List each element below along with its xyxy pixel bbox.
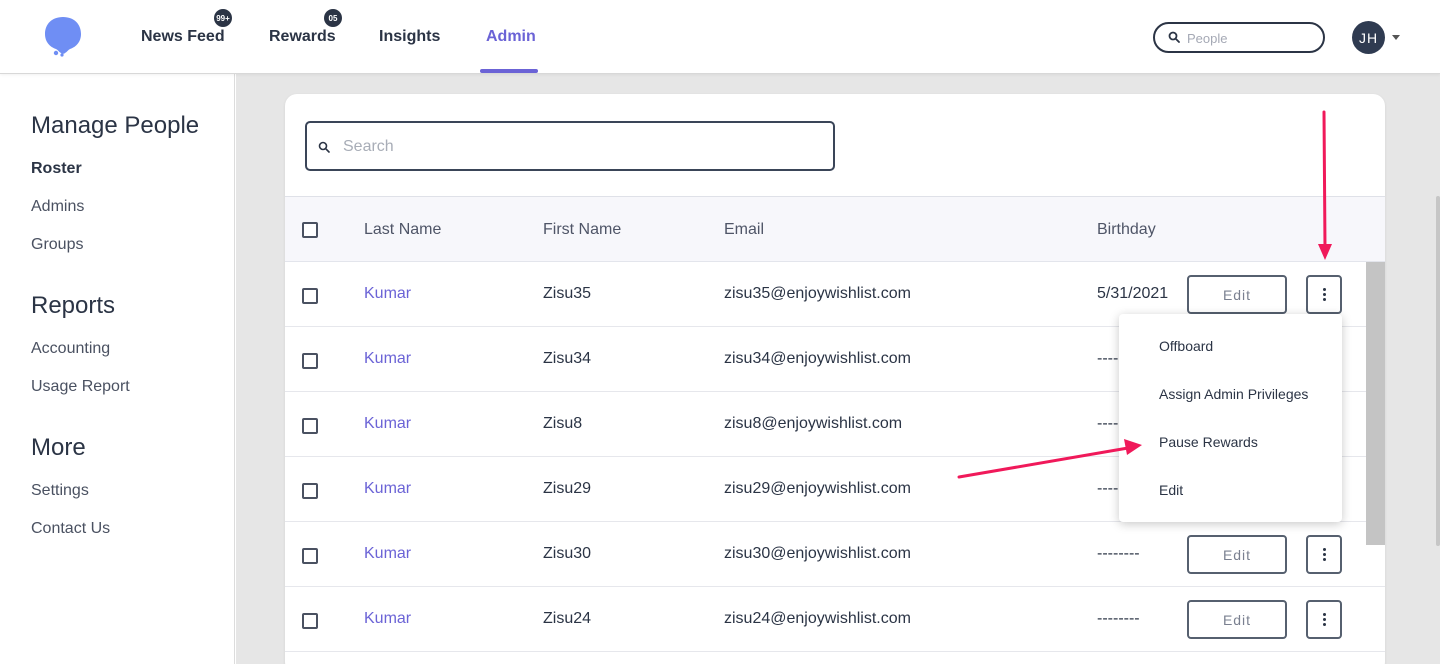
more-options-button[interactable] <box>1306 535 1342 574</box>
page-scrollbar[interactable] <box>1436 196 1440 546</box>
sidebar-item-roster[interactable]: Roster <box>31 160 82 178</box>
sidebar-item-contact-us[interactable]: Contact Us <box>31 520 110 538</box>
roster-search-input[interactable] <box>343 136 823 158</box>
kebab-dot <box>1322 613 1326 616</box>
column-header-first-name[interactable]: First Name <box>543 221 621 239</box>
more-options-button[interactable] <box>1306 600 1342 639</box>
column-header-email[interactable]: Email <box>724 221 764 239</box>
row-checkbox[interactable] <box>302 548 318 564</box>
menu-item-pause-rewards[interactable]: Pause Rewards <box>1159 434 1258 450</box>
table-row: Kumar Zisu24 zisu24@enjoywishlist.com -----… <box>285 587 1385 652</box>
row-action-menu: Offboard Assign Admin Privileges Pause R… <box>1119 314 1342 522</box>
last-name-link[interactable]: Kumar <box>364 480 411 498</box>
kebab-dot <box>1322 618 1326 621</box>
first-name-cell: Zisu8 <box>543 415 583 432</box>
sidebar-item-accounting[interactable]: Accounting <box>31 340 110 358</box>
nav-active-indicator <box>480 69 538 73</box>
kebab-dot <box>1322 623 1326 626</box>
chevron-down-icon[interactable] <box>1392 35 1400 40</box>
people-search-input[interactable] <box>1187 28 1317 48</box>
table-row: Kumar Zisu30 zisu30@enjoywishlist.com -----… <box>285 522 1385 587</box>
sidebar: Manage People Roster Admins Groups Repor… <box>0 74 235 664</box>
edit-button[interactable]: Edit <box>1187 275 1287 314</box>
sidebar-heading-reports: Reports <box>31 292 116 319</box>
email-cell: zisu30@enjoywishlist.com <box>724 545 911 562</box>
sidebar-item-admins[interactable]: Admins <box>31 198 84 216</box>
birthday-cell: -------- <box>1097 610 1140 627</box>
more-options-button[interactable] <box>1306 275 1342 314</box>
menu-item-offboard[interactable]: Offboard <box>1159 338 1213 354</box>
rewards-badge: 05 <box>324 9 342 27</box>
sidebar-item-usage-report[interactable]: Usage Report <box>31 378 130 396</box>
kebab-dot <box>1322 298 1326 301</box>
nav-rewards[interactable]: Rewards <box>269 28 336 46</box>
column-header-last-name[interactable]: Last Name <box>364 221 441 239</box>
select-all-checkbox[interactable] <box>302 222 318 238</box>
birthday-cell: -------- <box>1097 545 1140 562</box>
avatar[interactable]: JH <box>1352 21 1385 54</box>
last-name-link[interactable]: Kumar <box>364 610 411 628</box>
row-checkbox[interactable] <box>302 288 318 304</box>
row-checkbox[interactable] <box>302 613 318 629</box>
search-icon <box>1168 31 1180 43</box>
news-feed-badge: 99+ <box>214 9 232 27</box>
people-search[interactable] <box>1153 22 1325 53</box>
birthday-cell: 5/31/2021 <box>1097 285 1169 302</box>
nav-admin[interactable]: Admin <box>486 28 536 46</box>
email-cell: zisu34@enjoywishlist.com <box>724 350 911 367</box>
first-name-cell: Zisu29 <box>543 480 592 497</box>
kebab-dot <box>1322 288 1326 291</box>
sidebar-heading-more: More <box>31 434 86 461</box>
wishlist-logo-icon[interactable] <box>43 15 83 57</box>
sidebar-item-settings[interactable]: Settings <box>31 482 89 500</box>
kebab-dot <box>1322 293 1326 296</box>
top-nav: News Feed 99+ Rewards 05 Insights Admin … <box>0 0 1440 74</box>
first-name-cell: Zisu24 <box>543 610 592 627</box>
kebab-dot <box>1322 553 1326 556</box>
first-name-cell: Zisu30 <box>543 545 592 562</box>
roster-search[interactable] <box>305 121 835 171</box>
email-cell: zisu8@enjoywishlist.com <box>724 415 903 432</box>
menu-item-edit[interactable]: Edit <box>1159 482 1183 498</box>
row-checkbox[interactable] <box>302 418 318 434</box>
kebab-dot <box>1322 548 1326 551</box>
sidebar-heading-manage-people: Manage People <box>31 112 200 139</box>
first-name-cell: Zisu35 <box>543 285 592 302</box>
kebab-dot <box>1322 558 1326 561</box>
edit-button[interactable]: Edit <box>1187 535 1287 574</box>
table-header: Last Name First Name Email Birthday <box>285 196 1385 262</box>
nav-news-feed[interactable]: News Feed <box>141 28 225 46</box>
row-checkbox[interactable] <box>302 353 318 369</box>
email-cell: zisu29@enjoywishlist.com <box>724 480 911 497</box>
last-name-link[interactable]: Kumar <box>364 415 411 433</box>
last-name-link[interactable]: Kumar <box>364 350 411 368</box>
column-header-birthday[interactable]: Birthday <box>1097 221 1156 239</box>
menu-item-assign-admin-privileges[interactable]: Assign Admin Privileges <box>1159 386 1308 402</box>
sidebar-item-groups[interactable]: Groups <box>31 236 83 254</box>
edit-button[interactable]: Edit <box>1187 600 1287 639</box>
last-name-link[interactable]: Kumar <box>364 545 411 563</box>
email-cell: zisu24@enjoywishlist.com <box>724 610 911 627</box>
table-scrollbar[interactable] <box>1366 262 1385 545</box>
email-cell: zisu35@enjoywishlist.com <box>724 285 911 302</box>
search-icon <box>318 141 330 153</box>
nav-insights[interactable]: Insights <box>379 28 440 46</box>
row-checkbox[interactable] <box>302 483 318 499</box>
first-name-cell: Zisu34 <box>543 350 592 367</box>
last-name-link[interactable]: Kumar <box>364 285 411 303</box>
